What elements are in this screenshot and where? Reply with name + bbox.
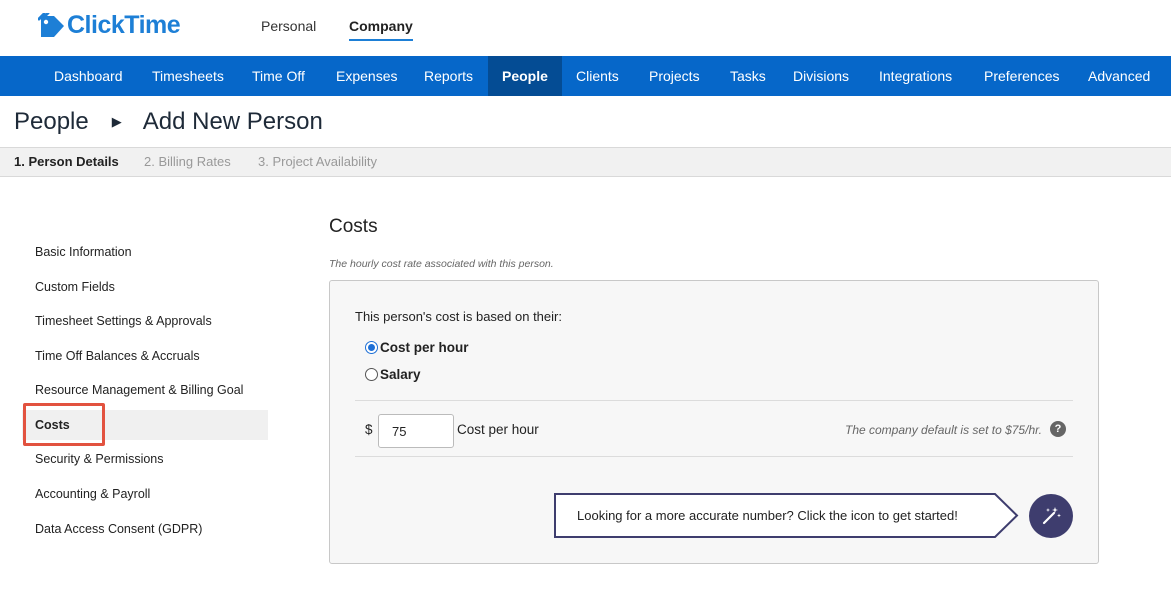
sidebar-item-custom-fields[interactable]: Custom Fields <box>22 272 268 302</box>
radio-salary-label: Salary <box>380 367 421 382</box>
sidebar-item-time-off-balances[interactable]: Time Off Balances & Accruals <box>22 341 268 371</box>
nav-projects[interactable]: Projects <box>649 56 700 96</box>
nav-divisions[interactable]: Divisions <box>793 56 849 96</box>
triangle-right-icon: ▶ <box>111 114 122 129</box>
step-person-details[interactable]: 1. Person Details <box>14 154 119 169</box>
radio-cost-per-hour-label: Cost per hour <box>380 340 469 355</box>
radio-checked-icon[interactable] <box>365 341 378 354</box>
divider <box>355 456 1073 457</box>
sidebar-item-security-permissions[interactable]: Security & Permissions <box>22 444 268 474</box>
clicktime-logo[interactable]: ClickTime <box>38 11 181 40</box>
steps-bar: 1. Person Details 2. Billing Rates 3. Pr… <box>0 147 1171 177</box>
breadcrumb-parent[interactable]: People <box>14 108 89 136</box>
step-billing-rates[interactable]: 2. Billing Rates <box>144 154 231 169</box>
magic-wand-button[interactable] <box>1029 494 1073 538</box>
section-title: Costs <box>329 216 378 237</box>
main-nav: Dashboard Timesheets Time Off Expenses R… <box>0 56 1171 96</box>
nav-reports[interactable]: Reports <box>424 56 473 96</box>
currency-symbol: $ <box>365 422 373 437</box>
cost-amount-input[interactable] <box>378 414 454 448</box>
accuracy-callout: Looking for a more accurate number? Clic… <box>554 493 1019 538</box>
costs-panel: This person's cost is based on their: Co… <box>329 280 1099 564</box>
breadcrumb: People ▶ Add New Person <box>14 106 323 138</box>
nav-preferences[interactable]: Preferences <box>984 56 1059 96</box>
costs-highlight-box <box>23 403 105 446</box>
tab-personal[interactable]: Personal <box>261 18 316 34</box>
sidebar-item-accounting-payroll[interactable]: Accounting & Payroll <box>22 479 268 509</box>
top-header: ClickTime Personal Company <box>0 0 1171 56</box>
magic-wand-icon <box>1042 507 1061 525</box>
sidebar-item-basic-information[interactable]: Basic Information <box>22 237 268 267</box>
step-project-availability[interactable]: 3. Project Availability <box>258 154 377 169</box>
radio-cost-per-hour[interactable]: Cost per hour <box>365 340 469 355</box>
sidebar-item-data-access-consent[interactable]: Data Access Consent (GDPR) <box>22 514 268 544</box>
nav-integrations[interactable]: Integrations <box>879 56 952 96</box>
question-circle-icon[interactable]: ? <box>1050 421 1066 437</box>
tab-company[interactable]: Company <box>349 18 413 41</box>
company-default-note: The company default is set to $75/hr. <box>845 423 1042 437</box>
nav-people[interactable]: People <box>488 56 562 96</box>
nav-advanced[interactable]: Advanced <box>1088 56 1150 96</box>
nav-expenses[interactable]: Expenses <box>336 56 397 96</box>
brand-name: ClickTime <box>67 11 181 39</box>
divider <box>355 400 1073 401</box>
callout-text: Looking for a more accurate number? Clic… <box>577 508 958 523</box>
nav-dashboard[interactable]: Dashboard <box>54 56 123 96</box>
sidebar-item-resource-management[interactable]: Resource Management & Billing Goal <box>22 375 268 405</box>
page-title: Add New Person <box>142 108 323 135</box>
cost-basis-question: This person's cost is based on their: <box>355 309 562 324</box>
tag-icon <box>38 12 64 37</box>
sidebar-item-timesheet-settings[interactable]: Timesheet Settings & Approvals <box>22 306 268 336</box>
cost-unit-label: Cost per hour <box>457 422 539 437</box>
radio-salary[interactable]: Salary <box>365 367 421 382</box>
section-subtitle: The hourly cost rate associated with thi… <box>329 258 554 270</box>
nav-tasks[interactable]: Tasks <box>730 56 766 96</box>
nav-time-off[interactable]: Time Off <box>252 56 305 96</box>
radio-unchecked-icon[interactable] <box>365 368 378 381</box>
nav-clients[interactable]: Clients <box>576 56 619 96</box>
nav-timesheets[interactable]: Timesheets <box>152 56 224 96</box>
